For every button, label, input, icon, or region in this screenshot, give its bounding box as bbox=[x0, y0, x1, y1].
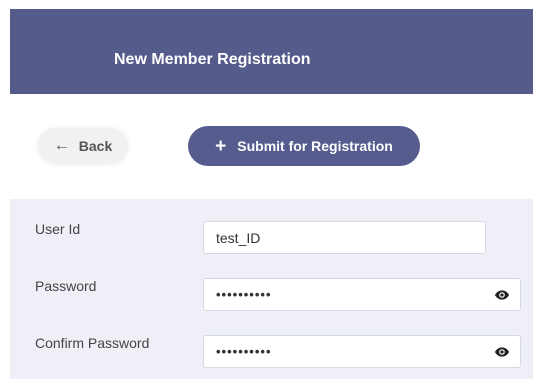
password-input[interactable]: •••••••••• bbox=[203, 278, 521, 311]
submit-button-label: Submit for Registration bbox=[237, 138, 393, 154]
user-id-row: User Id test_ID bbox=[10, 203, 533, 254]
user-id-input[interactable]: test_ID bbox=[203, 221, 486, 254]
confirm-password-label: Confirm Password bbox=[35, 335, 150, 351]
password-row: Password •••••••••• bbox=[10, 260, 533, 311]
back-button-label: Back bbox=[78, 138, 113, 154]
eye-icon[interactable] bbox=[494, 287, 510, 303]
password-value: •••••••••• bbox=[216, 287, 272, 302]
plus-icon: + bbox=[215, 135, 227, 157]
confirm-password-input[interactable]: •••••••••• bbox=[203, 335, 521, 368]
registration-panel: New Member Registration ← Back + Submit … bbox=[10, 9, 533, 379]
eye-icon[interactable] bbox=[494, 344, 510, 360]
back-button[interactable]: ← Back bbox=[38, 128, 128, 164]
password-label: Password bbox=[35, 278, 97, 294]
arrow-left-icon: ← bbox=[53, 137, 70, 154]
header-bar: New Member Registration bbox=[10, 9, 533, 94]
confirm-password-value: •••••••••• bbox=[216, 344, 272, 359]
confirm-password-row: Confirm Password •••••••••• bbox=[10, 317, 533, 368]
registration-form: User Id test_ID Password •••••••••• Conf… bbox=[10, 199, 533, 379]
page-title: New Member Registration bbox=[114, 51, 311, 68]
user-id-label: User Id bbox=[35, 221, 81, 237]
submit-registration-button[interactable]: + Submit for Registration bbox=[188, 126, 420, 166]
toolbar: ← Back + Submit for Registration bbox=[10, 94, 533, 199]
